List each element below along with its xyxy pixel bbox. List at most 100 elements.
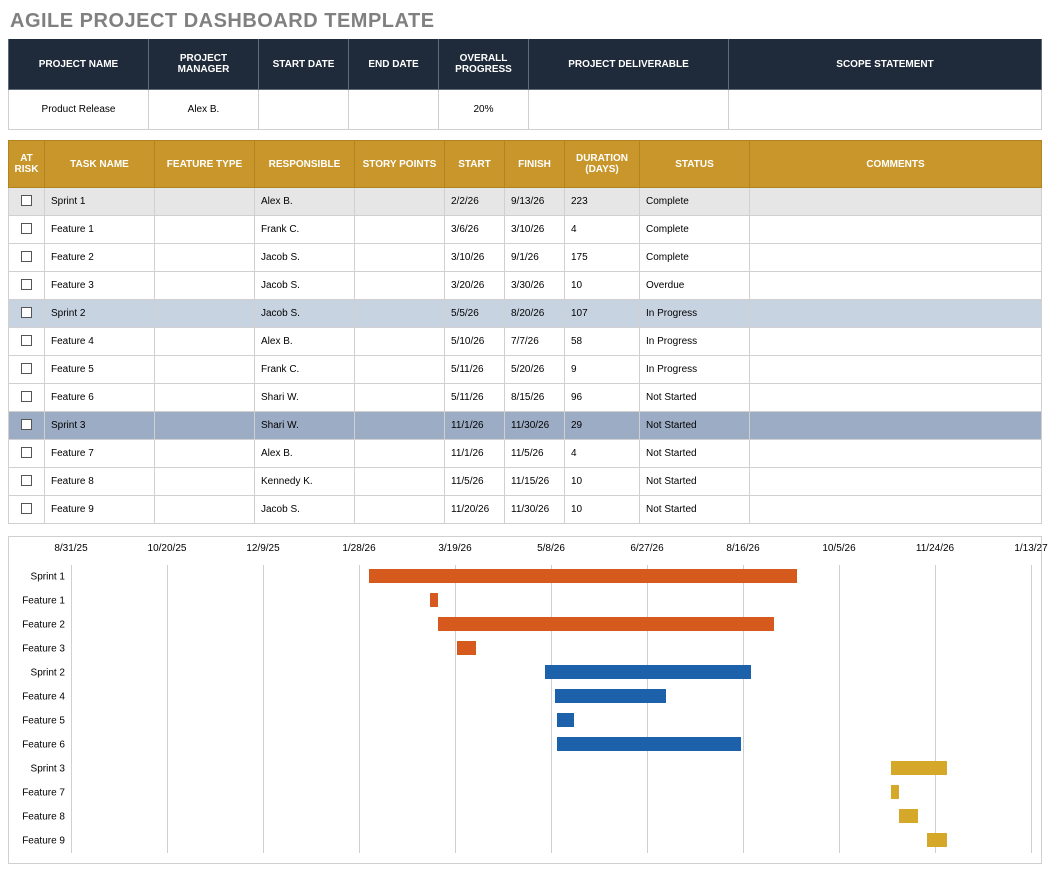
- comments-cell[interactable]: [750, 496, 1042, 524]
- finish-cell[interactable]: 9/1/26: [505, 244, 565, 272]
- at-risk-cell[interactable]: [9, 496, 45, 524]
- task-name-cell[interactable]: Sprint 1: [45, 188, 155, 216]
- val-scope-statement[interactable]: [729, 90, 1042, 130]
- comments-cell[interactable]: [750, 384, 1042, 412]
- feature-type-cell[interactable]: [155, 468, 255, 496]
- finish-cell[interactable]: 11/5/26: [505, 440, 565, 468]
- status-cell[interactable]: In Progress: [640, 328, 750, 356]
- duration-cell[interactable]: 29: [565, 412, 640, 440]
- status-cell[interactable]: Complete: [640, 244, 750, 272]
- task-name-cell[interactable]: Feature 9: [45, 496, 155, 524]
- feature-type-cell[interactable]: [155, 356, 255, 384]
- status-cell[interactable]: Complete: [640, 216, 750, 244]
- start-cell[interactable]: 11/1/26: [445, 440, 505, 468]
- finish-cell[interactable]: 8/15/26: [505, 384, 565, 412]
- checkbox-icon[interactable]: [21, 363, 32, 374]
- checkbox-icon[interactable]: [21, 503, 32, 514]
- comments-cell[interactable]: [750, 300, 1042, 328]
- comments-cell[interactable]: [750, 188, 1042, 216]
- responsible-cell[interactable]: Frank C.: [255, 356, 355, 384]
- comments-cell[interactable]: [750, 216, 1042, 244]
- start-cell[interactable]: 3/20/26: [445, 272, 505, 300]
- feature-type-cell[interactable]: [155, 440, 255, 468]
- responsible-cell[interactable]: Jacob S.: [255, 300, 355, 328]
- finish-cell[interactable]: 11/30/26: [505, 496, 565, 524]
- start-cell[interactable]: 3/10/26: [445, 244, 505, 272]
- duration-cell[interactable]: 4: [565, 216, 640, 244]
- checkbox-icon[interactable]: [21, 195, 32, 206]
- feature-type-cell[interactable]: [155, 300, 255, 328]
- feature-type-cell[interactable]: [155, 384, 255, 412]
- story-points-cell[interactable]: [355, 412, 445, 440]
- status-cell[interactable]: Not Started: [640, 496, 750, 524]
- feature-type-cell[interactable]: [155, 244, 255, 272]
- finish-cell[interactable]: 3/10/26: [505, 216, 565, 244]
- at-risk-cell[interactable]: [9, 412, 45, 440]
- responsible-cell[interactable]: Jacob S.: [255, 496, 355, 524]
- task-name-cell[interactable]: Sprint 3: [45, 412, 155, 440]
- status-cell[interactable]: Overdue: [640, 272, 750, 300]
- status-cell[interactable]: Complete: [640, 188, 750, 216]
- at-risk-cell[interactable]: [9, 468, 45, 496]
- story-points-cell[interactable]: [355, 328, 445, 356]
- story-points-cell[interactable]: [355, 384, 445, 412]
- start-cell[interactable]: 5/10/26: [445, 328, 505, 356]
- responsible-cell[interactable]: Shari W.: [255, 412, 355, 440]
- at-risk-cell[interactable]: [9, 188, 45, 216]
- responsible-cell[interactable]: Jacob S.: [255, 244, 355, 272]
- duration-cell[interactable]: 10: [565, 496, 640, 524]
- val-end-date[interactable]: [349, 90, 439, 130]
- duration-cell[interactable]: 10: [565, 272, 640, 300]
- finish-cell[interactable]: 11/15/26: [505, 468, 565, 496]
- status-cell[interactable]: Not Started: [640, 384, 750, 412]
- task-name-cell[interactable]: Feature 2: [45, 244, 155, 272]
- checkbox-icon[interactable]: [21, 223, 32, 234]
- responsible-cell[interactable]: Alex B.: [255, 188, 355, 216]
- val-project-manager[interactable]: Alex B.: [149, 90, 259, 130]
- start-cell[interactable]: 5/11/26: [445, 356, 505, 384]
- duration-cell[interactable]: 96: [565, 384, 640, 412]
- comments-cell[interactable]: [750, 412, 1042, 440]
- story-points-cell[interactable]: [355, 188, 445, 216]
- start-cell[interactable]: 11/5/26: [445, 468, 505, 496]
- task-name-cell[interactable]: Feature 8: [45, 468, 155, 496]
- duration-cell[interactable]: 107: [565, 300, 640, 328]
- at-risk-cell[interactable]: [9, 440, 45, 468]
- start-cell[interactable]: 2/2/26: [445, 188, 505, 216]
- comments-cell[interactable]: [750, 244, 1042, 272]
- story-points-cell[interactable]: [355, 356, 445, 384]
- responsible-cell[interactable]: Frank C.: [255, 216, 355, 244]
- comments-cell[interactable]: [750, 440, 1042, 468]
- story-points-cell[interactable]: [355, 216, 445, 244]
- at-risk-cell[interactable]: [9, 244, 45, 272]
- start-cell[interactable]: 5/5/26: [445, 300, 505, 328]
- start-cell[interactable]: 5/11/26: [445, 384, 505, 412]
- feature-type-cell[interactable]: [155, 412, 255, 440]
- val-overall-progress[interactable]: 20%: [439, 90, 529, 130]
- at-risk-cell[interactable]: [9, 356, 45, 384]
- start-cell[interactable]: 3/6/26: [445, 216, 505, 244]
- checkbox-icon[interactable]: [21, 307, 32, 318]
- feature-type-cell[interactable]: [155, 216, 255, 244]
- checkbox-icon[interactable]: [21, 335, 32, 346]
- task-name-cell[interactable]: Feature 4: [45, 328, 155, 356]
- feature-type-cell[interactable]: [155, 496, 255, 524]
- feature-type-cell[interactable]: [155, 272, 255, 300]
- responsible-cell[interactable]: Shari W.: [255, 384, 355, 412]
- task-name-cell[interactable]: Feature 3: [45, 272, 155, 300]
- task-name-cell[interactable]: Feature 1: [45, 216, 155, 244]
- duration-cell[interactable]: 9: [565, 356, 640, 384]
- responsible-cell[interactable]: Jacob S.: [255, 272, 355, 300]
- comments-cell[interactable]: [750, 328, 1042, 356]
- checkbox-icon[interactable]: [21, 391, 32, 402]
- finish-cell[interactable]: 11/30/26: [505, 412, 565, 440]
- duration-cell[interactable]: 58: [565, 328, 640, 356]
- at-risk-cell[interactable]: [9, 384, 45, 412]
- start-cell[interactable]: 11/1/26: [445, 412, 505, 440]
- task-name-cell[interactable]: Feature 5: [45, 356, 155, 384]
- start-cell[interactable]: 11/20/26: [445, 496, 505, 524]
- story-points-cell[interactable]: [355, 468, 445, 496]
- status-cell[interactable]: Not Started: [640, 440, 750, 468]
- checkbox-icon[interactable]: [21, 419, 32, 430]
- story-points-cell[interactable]: [355, 440, 445, 468]
